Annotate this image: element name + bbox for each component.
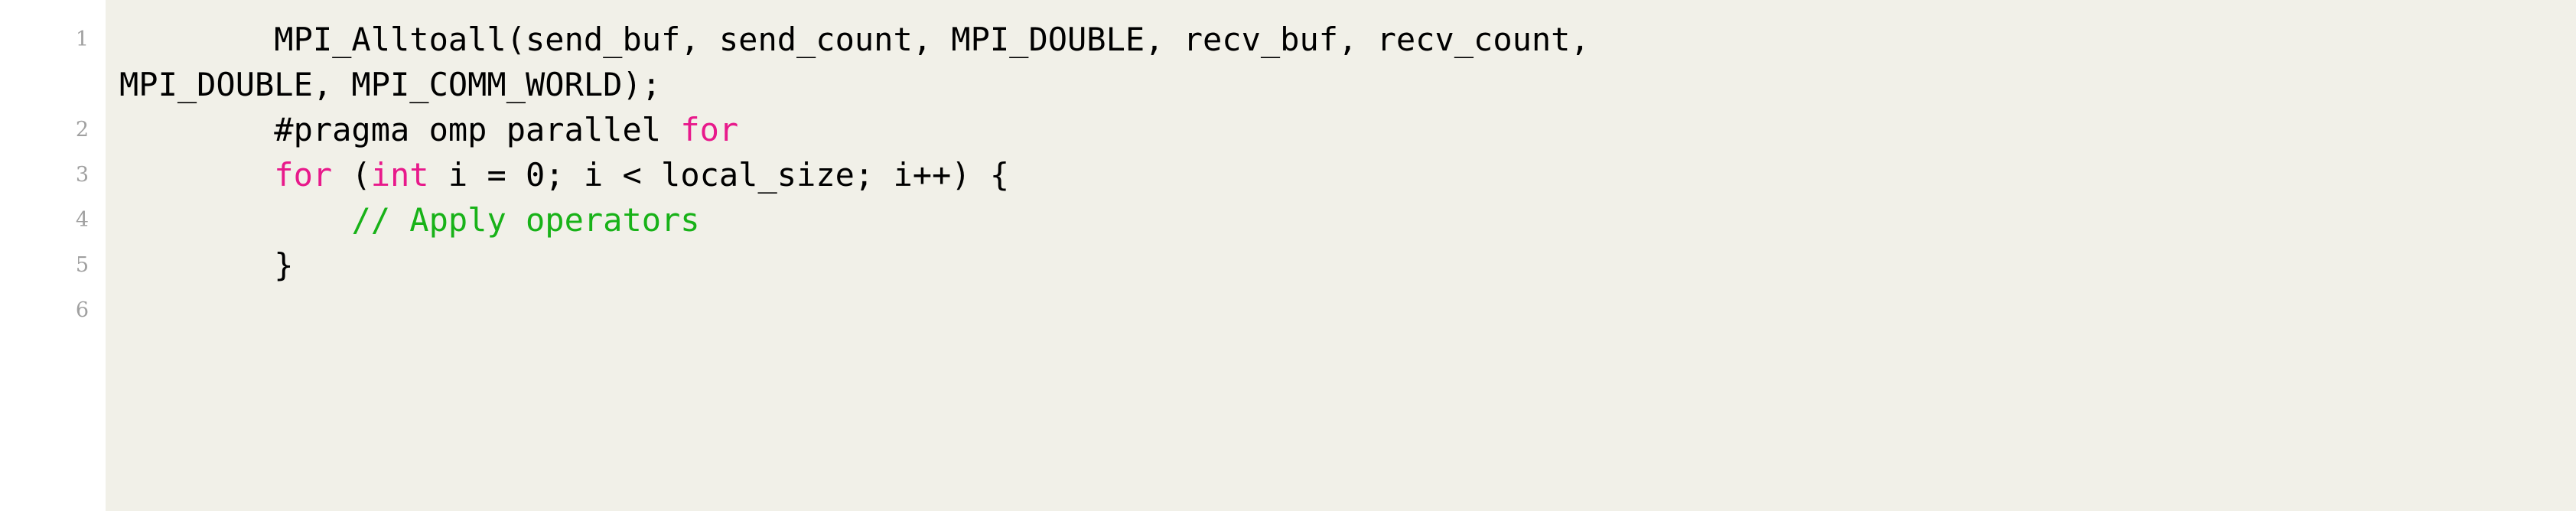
code-line-content: // Apply operators <box>106 197 2576 242</box>
code-keyword: for <box>680 111 739 148</box>
code-line-content: for (int i = 0; i < local_size; i++) { <box>106 152 2576 197</box>
code-line-content: } <box>106 242 2576 288</box>
line-number: 1 <box>75 28 89 51</box>
code-text: MPI_Alltoall(send_buf, send_count, MPI_D… <box>119 21 1590 58</box>
code-line: MPI_Alltoall(send_buf, send_count, MPI_D… <box>106 17 2576 62</box>
code-keyword: int <box>370 156 429 194</box>
line-number-row: 5 <box>0 242 106 288</box>
code-line-content: MPI_Alltoall(send_buf, send_count, MPI_D… <box>106 17 2576 62</box>
line-number: 2 <box>75 118 89 142</box>
code-line: } <box>106 242 2576 288</box>
code-text: #pragma omp parallel <box>119 111 681 148</box>
line-number: 6 <box>75 298 89 322</box>
code-pane: MPI_Alltoall(send_buf, send_count, MPI_D… <box>106 0 2576 511</box>
code-keyword: for <box>274 156 333 194</box>
code-line-wrap: MPI_DOUBLE, MPI_COMM_WORLD); <box>106 62 2576 107</box>
code-text: i = 0; i < local_size; i++) { <box>428 156 1010 194</box>
code-line: #pragma omp parallel for <box>106 107 2576 152</box>
line-number: 3 <box>75 163 89 187</box>
code-comment: // Apply operators <box>351 201 700 239</box>
line-number-list: 1 2 3 4 5 6 <box>0 17 106 333</box>
line-number: 5 <box>75 253 89 277</box>
line-number-row: 6 <box>0 288 106 333</box>
code-text: ( <box>332 156 371 194</box>
line-number-row: 1 <box>0 17 106 62</box>
code-lines: MPI_Alltoall(send_buf, send_count, MPI_D… <box>106 17 2576 333</box>
line-number-row: 2 <box>0 107 106 152</box>
code-line: // Apply operators <box>106 197 2576 242</box>
code-text: } <box>119 246 294 284</box>
line-number-gutter: 1 2 3 4 5 6 <box>0 0 106 511</box>
code-listing: 1 2 3 4 5 6 MPI_Alltoall(send_buf, send_count… <box>0 0 2576 511</box>
line-number-row-wrap <box>0 62 106 107</box>
line-number-row: 4 <box>0 197 106 242</box>
code-line: for (int i = 0; i < local_size; i++) { <box>106 152 2576 197</box>
code-text: MPI_DOUBLE, MPI_COMM_WORLD); <box>119 66 662 103</box>
line-number: 4 <box>75 208 89 232</box>
line-number-row: 3 <box>0 152 106 197</box>
code-line-content: #pragma omp parallel for <box>106 107 2576 152</box>
code-line-content: MPI_DOUBLE, MPI_COMM_WORLD); <box>106 62 2576 107</box>
